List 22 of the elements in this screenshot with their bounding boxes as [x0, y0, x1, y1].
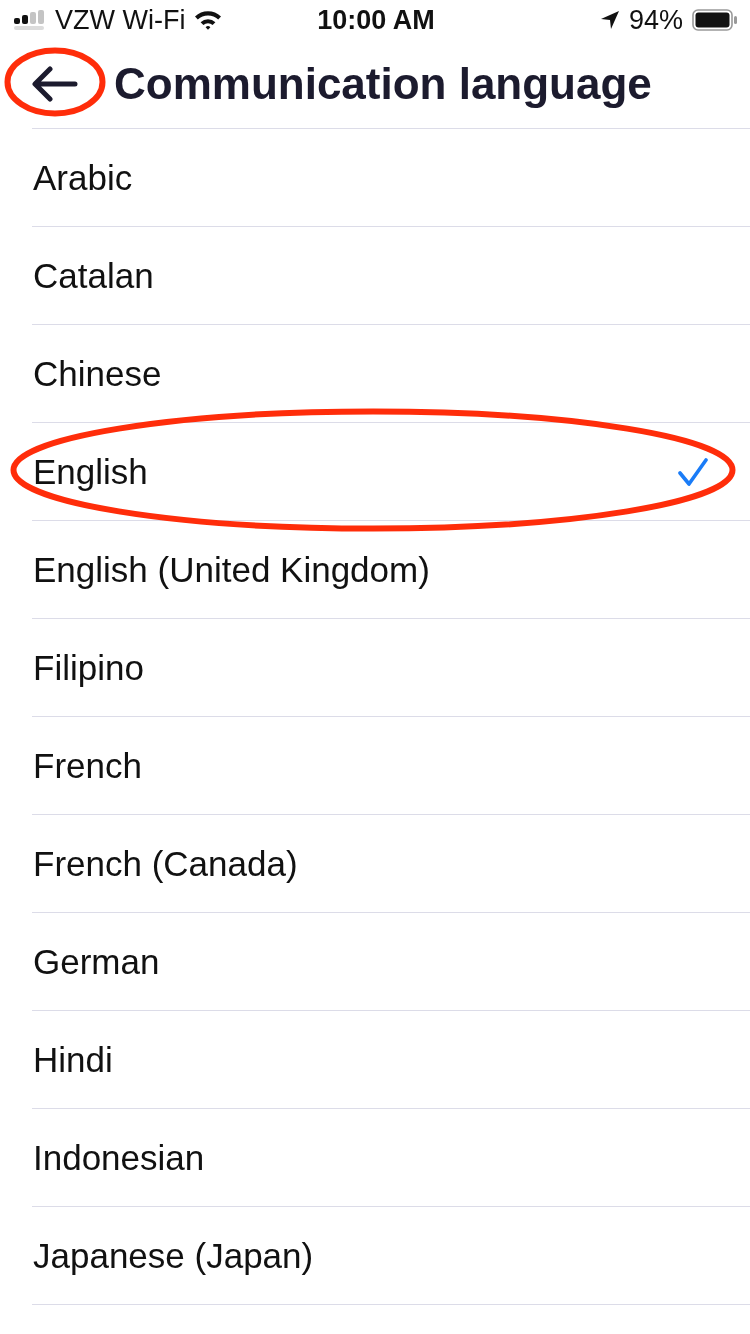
arrow-left-icon: [32, 66, 78, 102]
page-title: Communication language: [114, 58, 652, 110]
back-button[interactable]: [32, 66, 78, 102]
language-option[interactable]: Arabic: [32, 129, 750, 226]
language-option[interactable]: Catalan: [32, 227, 750, 324]
language-option[interactable]: French: [32, 717, 750, 814]
location-arrow-icon: [599, 10, 620, 30]
clock-time: 10:00 AM: [317, 4, 435, 36]
wifi-icon: [194, 10, 223, 30]
language-option[interactable]: English: [32, 423, 750, 520]
language-option[interactable]: English (United Kingdom): [32, 521, 750, 618]
language-option[interactable]: Hindi: [32, 1011, 750, 1108]
battery-icon: [692, 9, 738, 31]
language-option[interactable]: Filipino: [32, 619, 750, 716]
carrier-name: VZW Wi-Fi: [55, 4, 186, 36]
signal-icon: [14, 10, 46, 30]
language-option[interactable]: Chinese: [32, 325, 750, 422]
language-option[interactable]: Indonesian: [32, 1109, 750, 1206]
battery-percent: 94%: [628, 4, 683, 36]
language-option[interactable]: German: [32, 913, 750, 1010]
language-option[interactable]: Japanese (Japan): [32, 1207, 750, 1304]
language-option[interactable]: French (Canada): [32, 815, 750, 912]
